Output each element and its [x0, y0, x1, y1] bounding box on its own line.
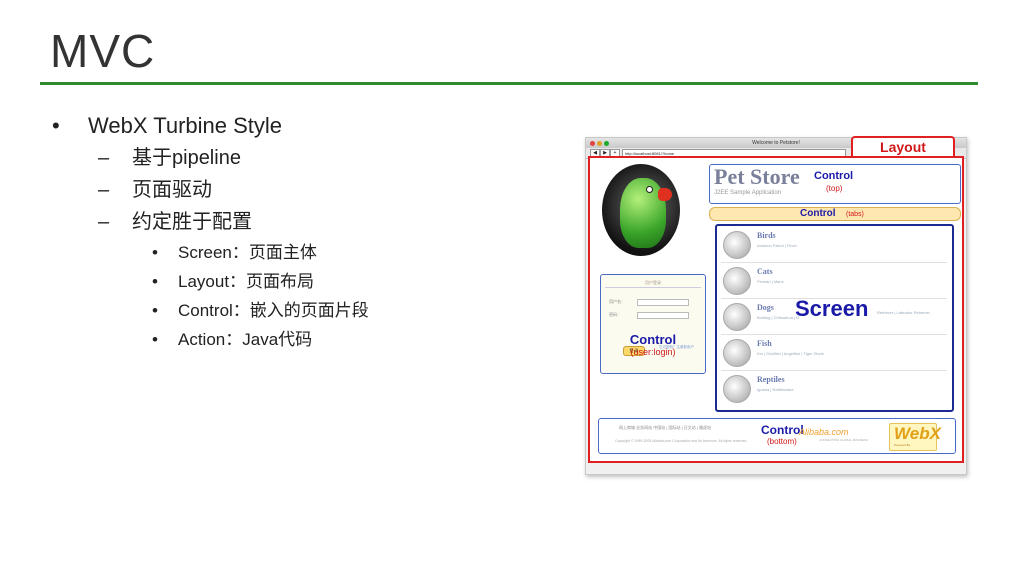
login-control: 用户登录 用户名： 密码： 登 录 忘记密码？注册新用户 Control (us… — [600, 274, 706, 374]
alibaba-tagline: CONNECTING GLOBAL BUSINESS — [819, 438, 868, 442]
username-field — [637, 299, 689, 306]
webx-logo: WebX Powered By — [889, 423, 941, 451]
bullet-text: WebX Turbine Style — [88, 113, 283, 138]
control-sub: (top) — [826, 184, 843, 193]
bullet-text: Action：Java代码 — [178, 330, 313, 349]
bullet-item: • Screen：页面主体 — [52, 238, 369, 267]
bullet-item: • Action：Java代码 — [52, 325, 369, 354]
bullet-item: • Control：嵌入的页面片段 — [52, 296, 369, 325]
layout-frame: 用户登录 用户名： 密码： 登 录 忘记密码？注册新用户 Control (us… — [588, 156, 964, 463]
bullet-marker: • — [152, 272, 158, 291]
username-label: 用户名： — [609, 299, 625, 304]
slide-title: MVC — [50, 25, 156, 77]
bullet-item: – 基于pipeline — [52, 142, 369, 174]
category-item: Cats Persian | Manx — [721, 264, 947, 299]
petstore-screenshot: Welcome to Petstore! ◀ ▶ + http://localh… — [585, 136, 967, 475]
password-field — [637, 312, 689, 319]
category-desc: Bulldog | Chihuahua | Dalmation | Golden… — [757, 315, 799, 320]
category-desc: Amazon Parrot | Finch — [757, 243, 797, 248]
control-word: Control — [761, 423, 804, 437]
bullet-marker: – — [98, 211, 110, 233]
category-name: Fish — [757, 339, 772, 348]
category-item: Fish Koi | Goldfish | Angelfish | Tiger … — [721, 336, 947, 371]
screen-label: Screen — [795, 296, 869, 321]
bullet-marker: • — [152, 330, 158, 349]
minimize-icon — [597, 141, 602, 146]
maximize-icon — [604, 141, 609, 146]
footer-copyright: Copyright © 1999-2005 Alibaba.com Corpor… — [615, 439, 748, 443]
category-desc: Koi | Goldfish | Angelfish | Tiger Shark — [757, 351, 824, 356]
login-header: 用户登录 — [605, 278, 701, 288]
tabs-control: Control (tabs) — [709, 207, 961, 221]
dogs-extra-desc: Retriever | Labrador Retriever — [877, 310, 930, 315]
control-sub: (tabs) — [846, 211, 864, 218]
alibaba-logo: Alibaba.com — [799, 427, 849, 437]
category-desc: Iguana | Rattlesnake — [757, 387, 794, 392]
pet-store-subtitle: J2EE Sample Application — [714, 190, 782, 196]
control-sub: (user:login) — [630, 347, 676, 357]
category-name: Dogs — [757, 303, 774, 312]
top-control: Pet Store J2EE Sample Application Contro… — [709, 164, 961, 204]
bullet-list: • WebX Turbine Style – 基于pipeline – 页面驱动 – 约… — [52, 110, 369, 354]
control-word: Control — [814, 170, 854, 182]
footer-links: 网上商城 业务网站 中国站 | 国际站 | 日文站 | 雅虎站 — [619, 425, 712, 430]
bird-icon — [723, 231, 751, 259]
control-sub: (bottom) — [767, 437, 797, 446]
close-icon — [590, 141, 595, 146]
bullet-item: – 页面驱动 — [52, 174, 369, 206]
category-item: Birds Amazon Parrot | Finch — [721, 228, 947, 263]
password-label: 密码： — [609, 312, 621, 317]
bullet-item: • WebX Turbine Style — [52, 110, 369, 142]
bullet-text: 约定胜于配置 — [132, 211, 252, 233]
webx-text: WebX — [894, 424, 941, 443]
reptile-icon — [723, 375, 751, 403]
bullet-text: Control：嵌入的页面片段 — [178, 301, 369, 320]
bullet-marker: – — [98, 179, 110, 201]
bullet-marker: • — [152, 301, 158, 320]
window-title: Welcome to Petstore! — [752, 140, 800, 146]
bullet-text: Layout：页面布局 — [178, 272, 315, 291]
dog-icon — [723, 303, 751, 331]
control-word: Control — [800, 208, 836, 219]
screen-area: Birds Amazon Parrot | Finch Cats Persian… — [715, 224, 954, 412]
webx-powered: Powered By — [894, 443, 911, 447]
title-divider — [40, 82, 978, 85]
bullet-item: – 约定胜于配置 — [52, 206, 369, 238]
bullet-marker: • — [52, 113, 60, 138]
control-user-login-label: Control (user:login) — [601, 333, 705, 358]
fish-icon — [723, 339, 751, 367]
control-word: Control — [629, 332, 677, 347]
bullet-text: 基于pipeline — [132, 147, 241, 169]
category-name: Cats — [757, 267, 773, 276]
category-item: Reptiles Iguana | Rattlesnake — [721, 372, 947, 406]
bullet-marker: • — [152, 243, 158, 262]
pet-store-title: Pet Store — [714, 164, 800, 189]
category-desc: Persian | Manx — [757, 279, 784, 284]
bullet-text: Screen：页面主体 — [178, 243, 317, 262]
bullet-item: • Layout：页面布局 — [52, 267, 369, 296]
category-name: Reptiles — [757, 375, 785, 384]
category-name: Birds — [757, 231, 776, 240]
layout-label: Layout — [851, 136, 955, 156]
bullet-marker: – — [98, 147, 110, 169]
cat-icon — [723, 267, 751, 295]
bullet-text: 页面驱动 — [132, 179, 212, 201]
parrot-image — [602, 164, 680, 256]
bottom-control: 网上商城 业务网站 中国站 | 国际站 | 日文站 | 雅虎站 Copyrigh… — [598, 418, 956, 454]
